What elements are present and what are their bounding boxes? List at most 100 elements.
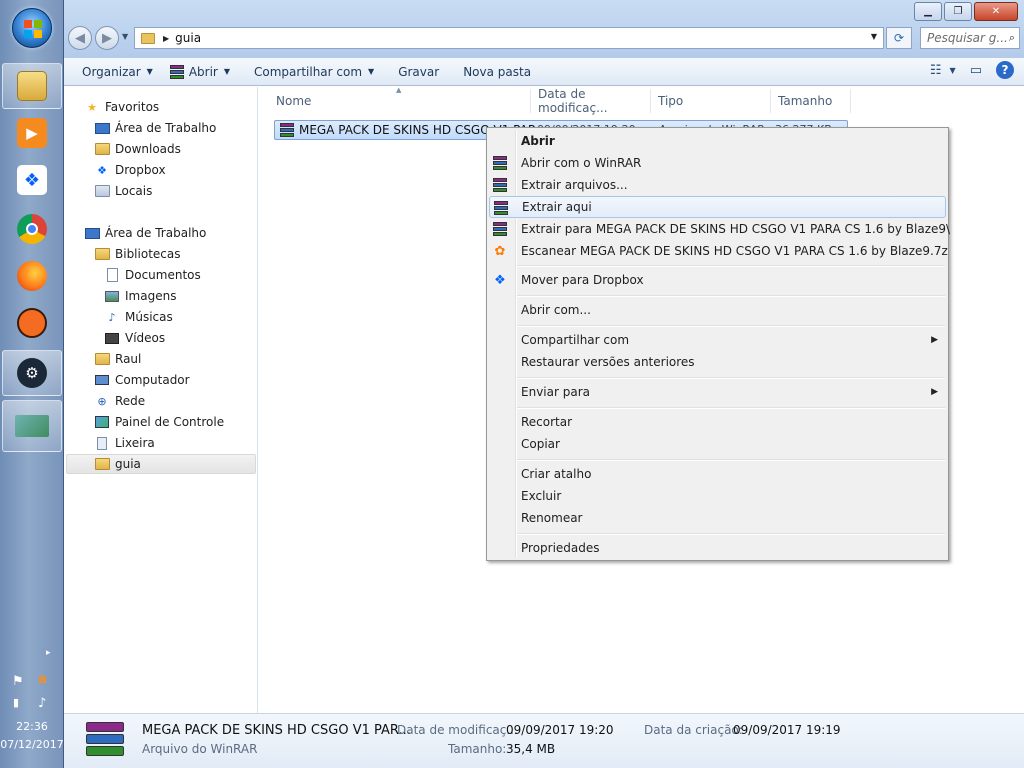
clock-date[interactable]: 07/12/2017 xyxy=(0,738,64,751)
recycle-bin-icon xyxy=(94,435,110,451)
menu-item-properties[interactable]: Propriedades xyxy=(489,537,946,559)
network-icon: ⊕ xyxy=(97,394,107,408)
submenu-arrow-icon: ▶ xyxy=(931,335,938,345)
change-view-icon[interactable]: ☷ xyxy=(930,63,942,78)
nav-images[interactable]: Imagens xyxy=(104,286,176,306)
menu-item-delete[interactable]: Excluir xyxy=(489,485,946,507)
menu-item-create-shortcut[interactable]: Criar atalho xyxy=(489,463,946,485)
taskbar-dropbox-button[interactable]: ❖ xyxy=(2,157,62,203)
organize-button[interactable]: Organizar ▼ xyxy=(74,61,161,83)
preview-pane-icon[interactable]: ▭ xyxy=(970,63,982,78)
nav-downloads[interactable]: Downloads xyxy=(94,139,181,159)
navigation-pane: ★ Favoritos Área de Trabalho Downloads ❖ D… xyxy=(64,87,258,713)
music-icon: ♪ xyxy=(108,310,116,324)
menu-item-send-to[interactable]: Enviar para ▶ xyxy=(489,381,946,403)
breadcrumb-guia[interactable]: guia xyxy=(175,31,201,45)
nav-libraries[interactable]: Bibliotecas xyxy=(94,244,180,264)
volume-icon[interactable]: ♪ xyxy=(38,696,46,711)
share-with-button[interactable]: Compartilhar com ▼ xyxy=(246,61,382,83)
nav-guia[interactable]: guia xyxy=(66,454,256,474)
menu-item-move-to-dropbox[interactable]: ❖ Mover para Dropbox xyxy=(489,269,946,291)
view-dropdown-icon[interactable]: ▼ xyxy=(950,66,956,75)
organize-dropdown-icon: ▼ xyxy=(146,67,153,76)
dropbox-icon: ❖ xyxy=(97,163,107,177)
photo-app-icon xyxy=(15,415,49,437)
nav-desktop[interactable]: Área de Trabalho xyxy=(84,223,206,243)
avast-tray-icon[interactable]: a xyxy=(38,672,47,687)
network-signal-icon[interactable]: ▮ xyxy=(13,696,19,709)
address-dropdown-icon[interactable]: ▼ xyxy=(871,32,877,41)
nav-documents[interactable]: Documentos xyxy=(104,265,201,285)
action-center-flag-icon[interactable]: ⚑ xyxy=(12,674,24,689)
show-hidden-icons-chevron-icon[interactable]: ▸ xyxy=(46,648,51,658)
burn-button[interactable]: Gravar xyxy=(390,61,447,83)
menu-item-scan[interactable]: ✿ Escanear MEGA PACK DE SKINS HD CSGO V1… xyxy=(489,240,948,262)
user-folder-icon xyxy=(94,351,110,367)
open-button[interactable]: Abrir ▼ xyxy=(161,61,238,83)
nav-dropbox[interactable]: ❖ Dropbox xyxy=(94,160,166,180)
nav-fav-desktop[interactable]: Área de Trabalho xyxy=(94,118,216,138)
search-icon: ⌕ xyxy=(1008,31,1015,44)
firefox-icon xyxy=(17,261,47,291)
breadcrumb-chevron-icon[interactable]: ▶ xyxy=(163,34,169,43)
taskbar-origin-button[interactable] xyxy=(2,300,62,346)
nav-recycle-bin[interactable]: Lixeira xyxy=(94,433,155,453)
close-button[interactable]: ✕ xyxy=(974,2,1018,21)
recent-places-icon xyxy=(94,183,110,199)
address-bar[interactable]: ▶ guia ▼ xyxy=(134,27,884,49)
menu-item-extract-to[interactable]: Extrair para MEGA PACK DE SKINS HD CSGO … xyxy=(489,218,950,240)
nav-music[interactable]: ♪ Músicas xyxy=(104,307,172,327)
nav-computer[interactable]: Computador xyxy=(94,370,190,390)
search-input[interactable]: Pesquisar g... ⌕ xyxy=(920,27,1020,49)
menu-item-open[interactable]: Abrir xyxy=(489,130,946,152)
nav-places[interactable]: Locais xyxy=(94,181,152,201)
refresh-button[interactable]: ⟳ xyxy=(886,27,912,49)
taskbar-explorer-button[interactable] xyxy=(2,63,62,109)
nav-network[interactable]: ⊕ Rede xyxy=(94,391,145,411)
winrar-icon xyxy=(279,122,295,138)
menu-separator xyxy=(517,265,945,267)
column-size[interactable]: Tamanho xyxy=(771,89,851,113)
menu-item-rename[interactable]: Renomear xyxy=(489,507,946,529)
winrar-icon xyxy=(492,177,508,193)
menu-item-extract-files[interactable]: Extrair arquivos... xyxy=(489,174,946,196)
taskbar-media-player-button[interactable]: ▶ xyxy=(2,110,62,156)
chrome-icon xyxy=(17,214,47,244)
start-button[interactable] xyxy=(12,8,52,48)
details-pane: MEGA PACK DE SKINS HD CSGO V1 PAR... Arq… xyxy=(64,713,1024,768)
nav-favorites[interactable]: ★ Favoritos xyxy=(84,97,159,117)
back-button[interactable]: ◀ xyxy=(68,26,92,50)
taskbar-firefox-button[interactable] xyxy=(2,253,62,299)
menu-separator xyxy=(517,459,945,461)
details-created-label: Data da criação: xyxy=(644,723,743,737)
taskbar-photo-app-button[interactable] xyxy=(2,400,62,452)
nav-videos[interactable]: Vídeos xyxy=(104,328,165,348)
downloads-folder-icon xyxy=(94,141,110,157)
forward-button[interactable]: ▶ xyxy=(95,26,119,50)
menu-item-open-with-winrar[interactable]: Abrir com o WinRAR xyxy=(489,152,946,174)
column-date-modified[interactable]: Data de modificaç... xyxy=(531,87,651,115)
menu-item-restore-previous-versions[interactable]: Restaurar versões anteriores xyxy=(489,351,946,373)
minimize-button[interactable]: ▁ xyxy=(914,2,942,21)
menu-item-extract-here[interactable]: Extrair aqui xyxy=(489,196,946,218)
nav-raul[interactable]: Raul xyxy=(94,349,141,369)
taskbar-steam-button[interactable]: ⚙ xyxy=(2,350,62,396)
recent-locations-dropdown[interactable]: ▼ xyxy=(122,32,128,41)
menu-item-cut[interactable]: Recortar xyxy=(489,411,946,433)
column-type[interactable]: Tipo xyxy=(651,89,771,113)
help-icon[interactable]: ? xyxy=(996,61,1014,79)
details-size-value: 35,4 MB xyxy=(506,742,556,756)
search-placeholder: Pesquisar g... xyxy=(927,31,1008,45)
menu-item-open-with[interactable]: Abrir com... xyxy=(489,299,946,321)
details-size-label: Tamanho: xyxy=(448,742,507,756)
winrar-large-icon xyxy=(84,722,126,758)
maximize-button[interactable]: ❐ xyxy=(944,2,972,21)
taskbar-chrome-button[interactable] xyxy=(2,206,62,252)
column-name[interactable]: Nome xyxy=(269,89,531,113)
menu-item-share-with[interactable]: Compartilhar com ▶ xyxy=(489,329,946,351)
menu-item-copy[interactable]: Copiar xyxy=(489,433,946,455)
menu-separator xyxy=(517,325,945,327)
new-folder-button[interactable]: Nova pasta xyxy=(455,61,539,83)
nav-control-panel[interactable]: Painel de Controle xyxy=(94,412,224,432)
clock-time[interactable]: 22:36 xyxy=(0,720,64,733)
